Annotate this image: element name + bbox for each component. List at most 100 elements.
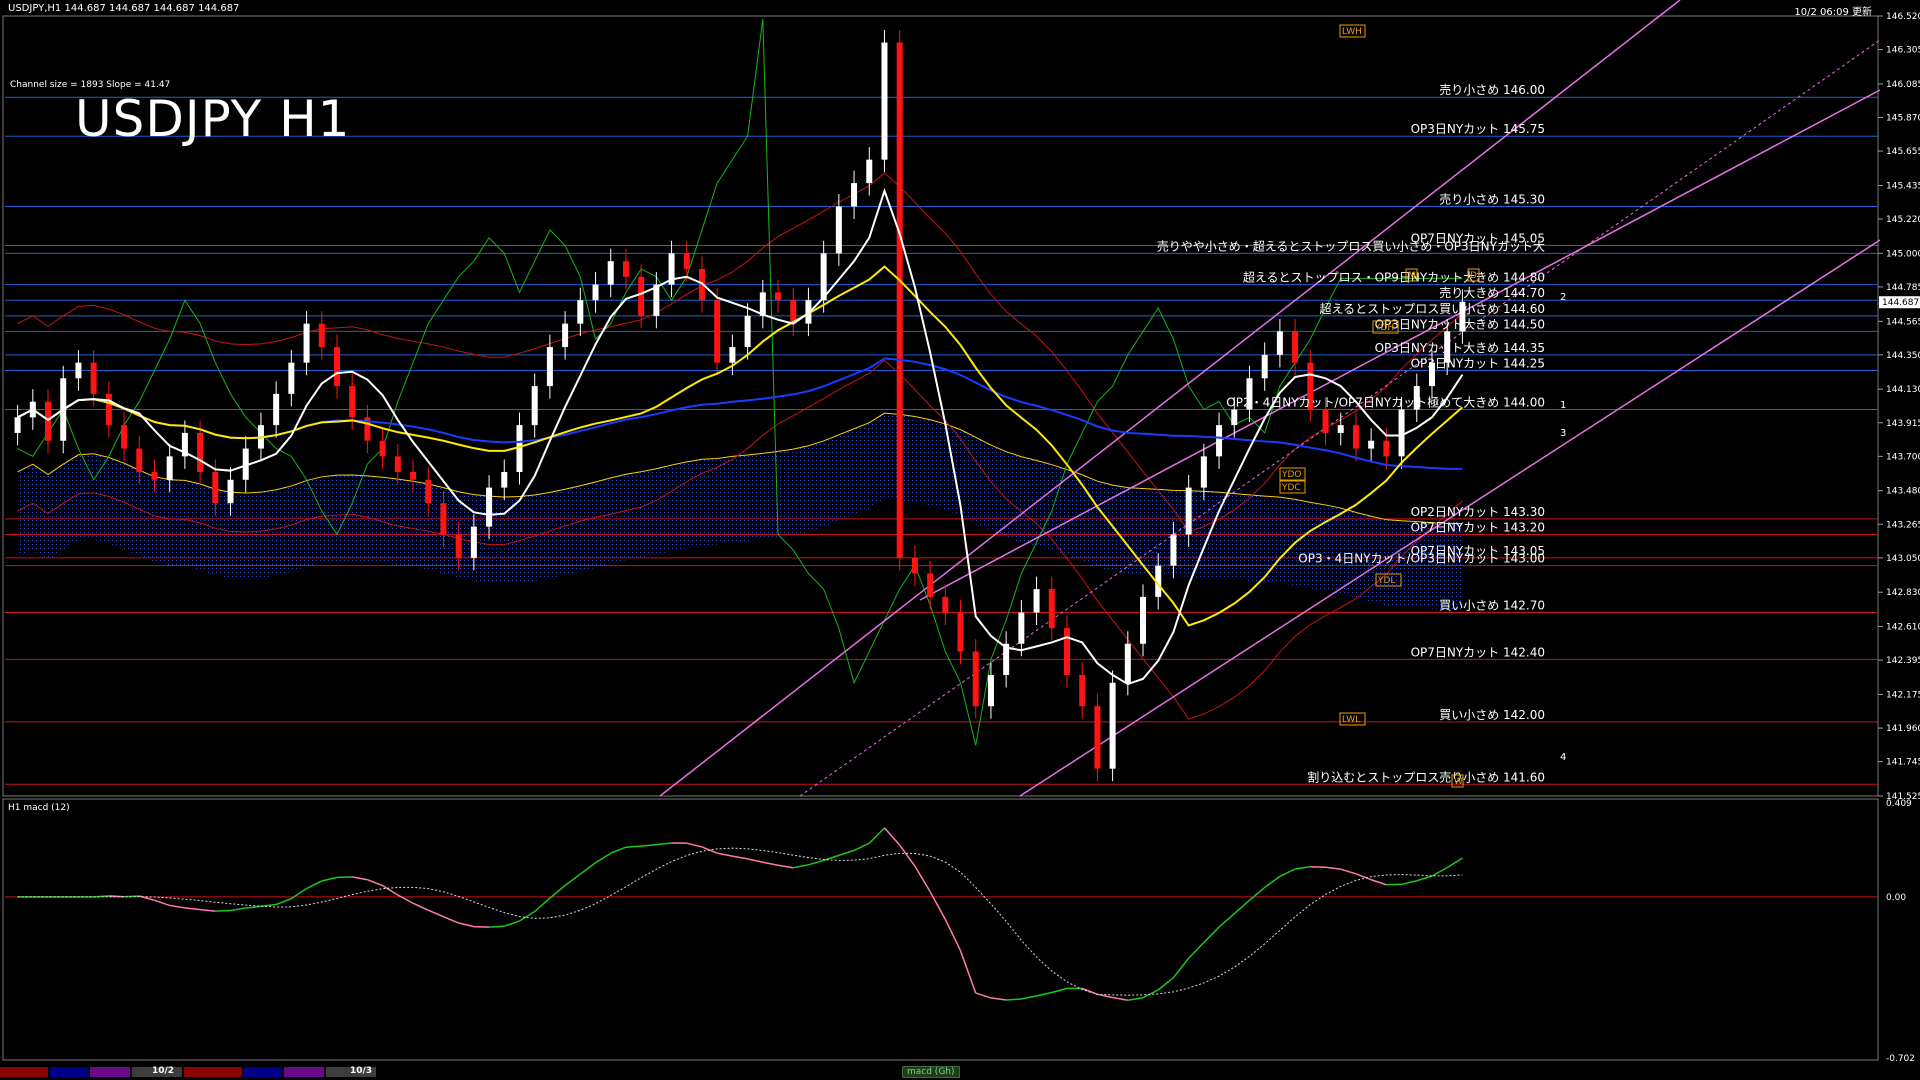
color-tab-purple[interactable] (90, 1067, 130, 1077)
candle-body (972, 651, 979, 707)
channel-info: Channel size = 1893 Slope = 41.47 (10, 80, 171, 90)
candle-body (227, 479, 234, 504)
y-tick-label: 144.350 (1886, 351, 1920, 361)
macd-tick-label: 0.00 (1886, 893, 1906, 903)
level-label: 買い小さめ 142.70 (1439, 599, 1545, 613)
candle-body (136, 448, 143, 472)
candle-body (501, 471, 508, 488)
y-tick-label: 144.565 (1886, 317, 1920, 327)
level-label: OP3日NYカット大きめ 144.50 (1375, 317, 1545, 331)
candle-body (896, 42, 903, 558)
level-label: OP2・4日NYカット/OP7日NYカット極めて大きめ 144.00 (1226, 395, 1545, 410)
candle-body (197, 432, 204, 472)
symbol-header: USDJPY,H1 144.687 144.687 144.687 144.68… (8, 3, 240, 14)
candle-body (957, 612, 964, 652)
candle-body (759, 292, 766, 316)
candle-body (1322, 409, 1329, 433)
y-tick-label: 143.480 (1886, 487, 1920, 497)
candle-body (1018, 612, 1025, 644)
candle-body (1216, 425, 1223, 457)
current-price-label: 144.687 (1882, 298, 1919, 308)
candle-body (851, 183, 858, 207)
candle-body (166, 456, 173, 480)
candle-body (607, 261, 614, 285)
macd-tab[interactable]: macd (Gh) (902, 1066, 960, 1078)
y-tick-label: 142.830 (1886, 588, 1920, 598)
level-label: 超えるとストップロス買い小さめ 144.60 (1320, 301, 1545, 316)
color-tab-red[interactable] (0, 1067, 48, 1077)
y-tick-label: 143.265 (1886, 520, 1920, 530)
color-tab-red-2[interactable] (184, 1067, 242, 1077)
color-tab-navy-2[interactable] (244, 1067, 282, 1077)
level-label: 売り大きめ 144.70 (1439, 285, 1545, 300)
level-label: OP7日NYカット 143.20 (1411, 520, 1545, 534)
candle-body (470, 526, 477, 558)
candle-body (927, 573, 934, 597)
candle-body (592, 284, 599, 301)
y-tick-label: 141.960 (1886, 724, 1920, 734)
macd-subwindow-label: H1 macd (12) (8, 803, 70, 813)
candle-body (638, 276, 645, 316)
zone-label: W (1454, 777, 1463, 787)
y-tick-label: 142.610 (1886, 623, 1920, 633)
candle-body (881, 42, 888, 160)
candle-body (744, 315, 751, 348)
candle-body (729, 347, 736, 363)
candle-body (1048, 589, 1055, 629)
candle-body (1185, 487, 1192, 535)
candle-body (911, 557, 918, 574)
zone-label: D (1470, 271, 1477, 281)
candle-body (1276, 331, 1283, 355)
zone-label: LWH (1342, 27, 1362, 37)
level-label: 買い小さめ 142.00 (1439, 708, 1545, 722)
datetime-label: 10/2 06:09 更新 (1794, 7, 1872, 18)
candle-body (531, 386, 538, 426)
candle-body (1033, 589, 1040, 613)
candle-body (75, 362, 82, 379)
level-label: OP3・4日NYカット/OP3日NYカット 143.00 (1298, 552, 1545, 566)
zone-label: YDH (1374, 323, 1394, 333)
y-tick-label: 143.700 (1886, 452, 1920, 462)
y-tick-label: 143.915 (1886, 419, 1920, 429)
candle-body (410, 471, 417, 480)
zone-label: M (1408, 271, 1416, 281)
channel-number: 3 (1560, 428, 1566, 439)
candle-body (683, 253, 690, 269)
y-tick-label: 145.000 (1886, 249, 1920, 259)
candle-body (303, 323, 310, 363)
candle-body (1200, 456, 1207, 488)
candle-body (425, 479, 432, 504)
price-chart: 2 3 1 4 売り小さめ 146.00 OP3日NYカット 145.75 売り小さめ 1… (0, 0, 1920, 1080)
candle-body (1231, 409, 1238, 426)
candle-body (1094, 706, 1101, 769)
candle-body (1337, 425, 1344, 433)
candle-body (1368, 440, 1375, 449)
candle-body (318, 323, 325, 348)
zone-label: LWL (1342, 715, 1360, 725)
y-tick-label: 146.305 (1886, 46, 1920, 56)
candle-body (273, 393, 280, 426)
color-tab-purple-2[interactable] (284, 1067, 324, 1077)
macd-tick-label: -0.702 (1886, 1054, 1915, 1064)
candle-body (562, 323, 569, 348)
y-tick-label: 142.395 (1886, 656, 1920, 666)
channel-number: 1 (1560, 400, 1566, 411)
level-label: OP2日NYカット 143.30 (1411, 505, 1545, 519)
candle-body (1063, 628, 1070, 675)
candle-body (820, 253, 827, 301)
macd-segment (489, 925, 505, 928)
candle-body (90, 362, 97, 394)
color-tab-navy[interactable] (50, 1067, 88, 1077)
y-tick-label: 145.220 (1886, 215, 1920, 225)
y-tick-label: 142.175 (1886, 690, 1920, 700)
macd-segment (1310, 865, 1326, 868)
candle-body (1398, 409, 1405, 457)
candle-body (1352, 425, 1359, 449)
y-tick-label: 144.785 (1886, 283, 1920, 293)
candle-body (1079, 674, 1086, 707)
macd-segment (1006, 998, 1022, 1001)
candle-body (987, 674, 994, 707)
candle-body (1140, 596, 1147, 644)
candle-body (714, 300, 721, 363)
macd-tick-label: 0.409 (1886, 799, 1912, 809)
